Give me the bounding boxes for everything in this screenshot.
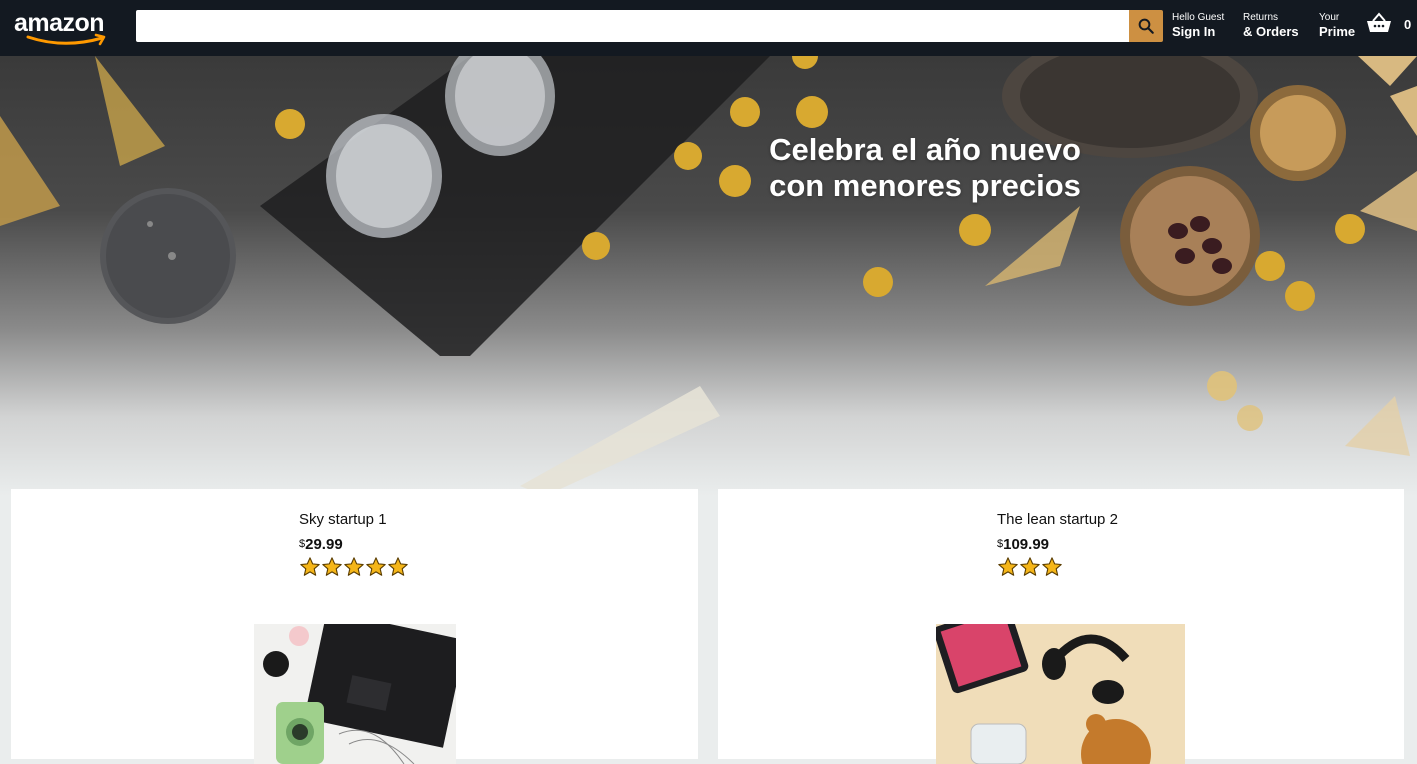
nav-prime-line2: Prime <box>1319 24 1356 39</box>
basket-count: 0 <box>1404 16 1412 32</box>
product-image[interactable] <box>936 624 1185 764</box>
price-value: 109.99 <box>1003 536 1050 553</box>
star-icon <box>388 557 408 576</box>
search-button[interactable] <box>1129 10 1163 42</box>
hero-decor-image <box>0 56 1417 496</box>
basket-icon <box>1367 12 1391 32</box>
search-input[interactable] <box>136 10 1129 42</box>
basket-button[interactable]: 0 <box>1366 12 1411 34</box>
product-price: $29.99 <box>299 536 409 554</box>
laptop-camera-photo <box>254 624 456 764</box>
product-image[interactable] <box>254 624 456 764</box>
star-icon <box>344 557 364 576</box>
price-currency: $ <box>299 538 306 550</box>
star-icon <box>1042 557 1062 576</box>
search-icon <box>1138 18 1154 34</box>
nav-returns-orders[interactable]: Returns & Orders <box>1243 12 1299 39</box>
hero-title: Celebra el año nuevo con menores precios <box>700 132 1150 204</box>
product-rating <box>299 556 409 578</box>
star-icon <box>366 557 386 576</box>
header-bar: amazon Hello Guest Sign In Returns & Ord… <box>0 0 1417 56</box>
product-card: The lean startup 2 $109.99 <box>718 489 1404 764</box>
tablet-headphones-photo <box>936 624 1185 764</box>
star-icon <box>300 557 320 576</box>
product-price: $109.99 <box>997 536 1118 554</box>
product-info: Sky startup 1 $29.99 <box>299 511 409 578</box>
product-rating <box>997 556 1118 578</box>
hero-banner: Celebra el año nuevo con menores precios <box>0 56 1417 496</box>
nav-returns-line2: & Orders <box>1243 24 1299 39</box>
product-title: Sky startup 1 <box>299 511 387 528</box>
nav-returns-line1: Returns <box>1243 12 1279 23</box>
nav-sign-in[interactable]: Hello Guest Sign In <box>1172 12 1224 39</box>
product-card: Sky startup 1 $29.99 <box>11 489 698 764</box>
star-icon <box>1020 557 1040 576</box>
hero-title-line2: con menores precios <box>769 168 1081 203</box>
hero-title-line1: Celebra el año nuevo <box>769 132 1081 167</box>
smile-arrow-icon <box>26 33 106 46</box>
product-info: The lean startup 2 $109.99 <box>997 511 1118 578</box>
star-icon <box>322 557 342 576</box>
search-bar <box>136 10 1163 42</box>
nav-prime[interactable]: Your Prime <box>1319 12 1355 39</box>
star-icon <box>998 557 1018 576</box>
product-title: The lean startup 2 <box>997 511 1118 528</box>
price-value: 29.99 <box>305 536 343 553</box>
nav-prime-line1: Your <box>1319 12 1340 23</box>
price-currency: $ <box>997 538 1004 550</box>
nav-sign-in-line1: Hello Guest <box>1172 12 1225 23</box>
amazon-logo[interactable]: amazon <box>14 7 118 47</box>
nav-sign-in-line2: Sign In <box>1172 24 1216 39</box>
